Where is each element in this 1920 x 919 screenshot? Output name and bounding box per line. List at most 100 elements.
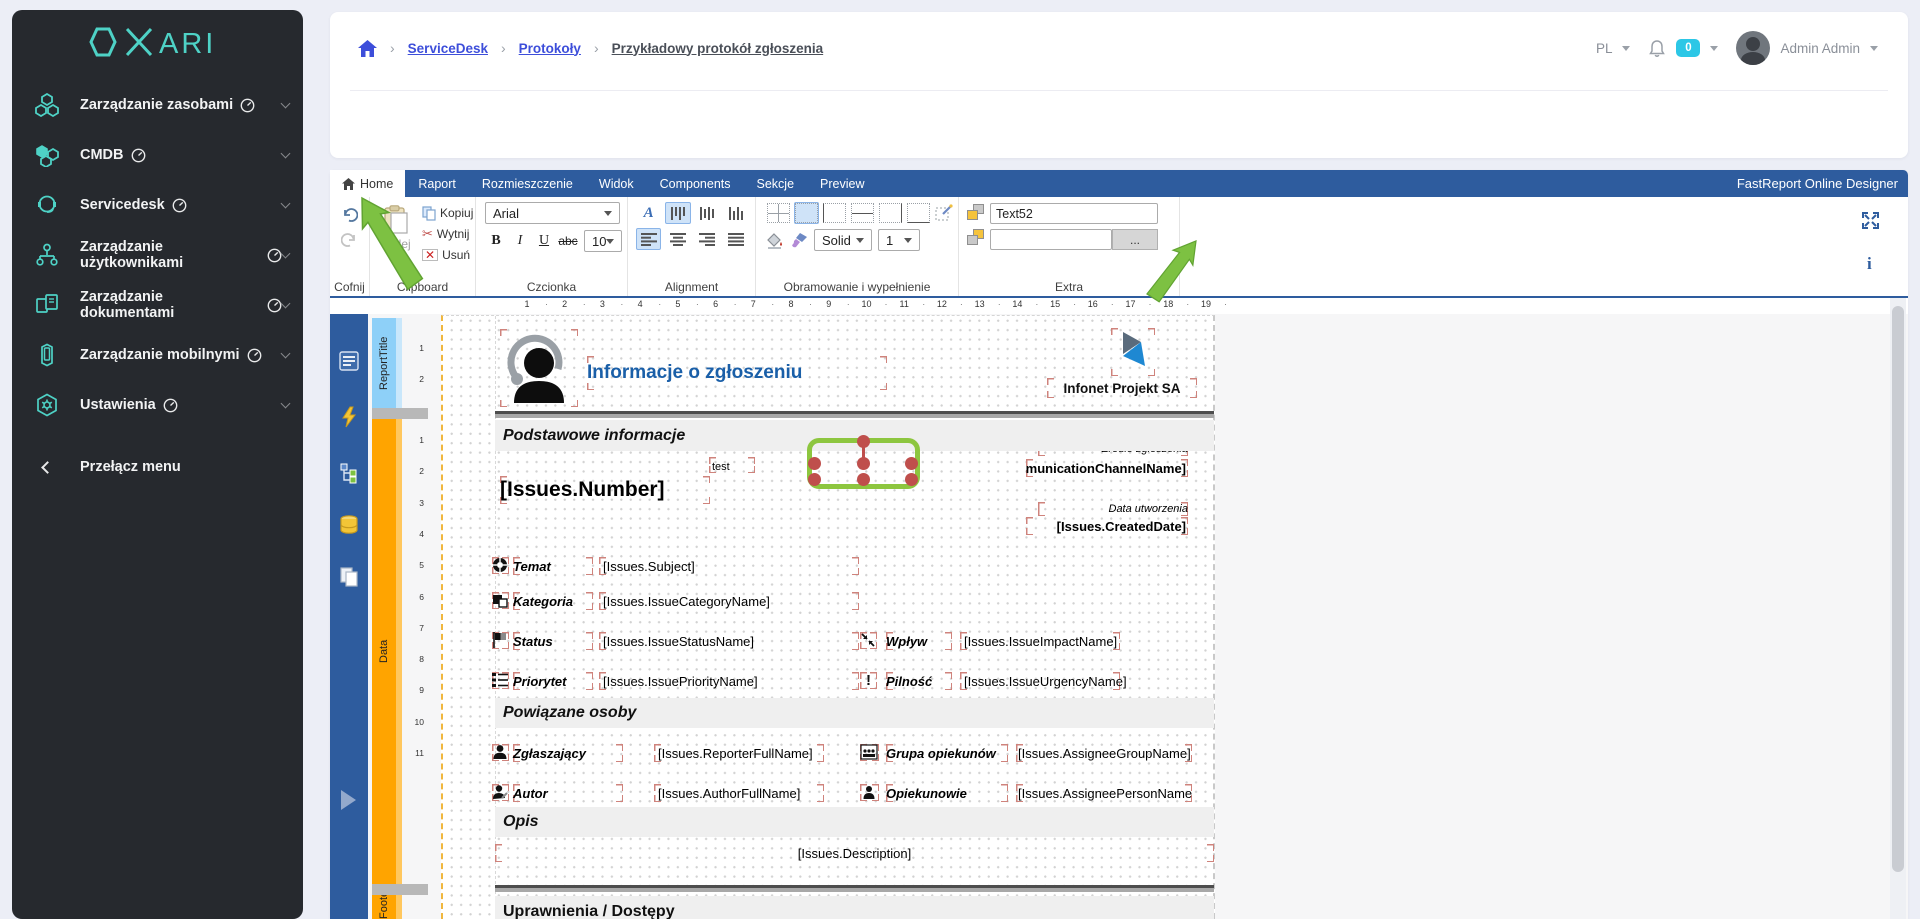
author-label[interactable]: Autor <box>513 784 623 802</box>
border-bottom-button[interactable] <box>906 202 931 224</box>
breadcrumb-link-protokoly[interactable]: Protokoły <box>519 41 581 56</box>
report-tree-icon[interactable] <box>338 462 360 484</box>
border-inner-button[interactable] <box>850 202 875 224</box>
reporter-icon-box[interactable] <box>492 744 509 761</box>
report-page[interactable]: Informacje o zgłoszeniu Infonet Projekt … <box>441 315 1215 919</box>
home-icon[interactable] <box>358 40 377 57</box>
events-icon[interactable] <box>338 406 360 428</box>
avatar[interactable] <box>1736 31 1770 65</box>
urgency-icon-box[interactable]: ! <box>860 672 877 689</box>
description-value[interactable]: [Issues.Description] <box>495 844 1214 862</box>
assignee-group-label[interactable]: Grupa opiekunów <box>886 744 1008 762</box>
subject-value[interactable]: [Issues.Subject] <box>599 557 859 575</box>
selection-handle[interactable] <box>905 457 918 470</box>
object-name-input[interactable] <box>990 203 1158 224</box>
selection-handle[interactable] <box>905 473 918 486</box>
assignees-value[interactable]: [Issues.AssigneePersonName] <box>1016 784 1192 802</box>
subject-label[interactable]: Temat <box>513 557 593 575</box>
created-label[interactable]: Data utworzenia <box>1038 502 1188 516</box>
company-name-text[interactable]: Infonet Projekt SA <box>1047 378 1197 398</box>
font-family-select[interactable]: Arial <box>485 202 620 224</box>
impact-label[interactable]: Wpływ <box>886 632 952 650</box>
notification-badge[interactable]: 0 <box>1676 39 1700 57</box>
tab-home[interactable]: Home <box>330 170 405 197</box>
undo-icon[interactable] <box>341 207 358 223</box>
bell-icon[interactable] <box>1648 39 1666 58</box>
assignees-icon-box[interactable] <box>860 784 879 801</box>
status-icon-box[interactable] <box>492 632 509 649</box>
category-label[interactable]: Kategoria <box>513 592 593 610</box>
report-logo-picture[interactable] <box>500 329 578 407</box>
font-color-button[interactable]: A <box>636 202 661 224</box>
author-value[interactable]: [Issues.AuthorFullName] <box>654 784 824 802</box>
send-to-back-icon[interactable] <box>967 229 984 245</box>
copy-button[interactable]: Kopiuj <box>422 204 473 222</box>
band-separator[interactable] <box>372 884 428 895</box>
category-value[interactable]: [Issues.IssueCategoryName] <box>599 592 859 610</box>
font-size-select[interactable]: 10 <box>584 230 622 252</box>
report-properties-icon[interactable] <box>338 350 360 372</box>
assignees-label[interactable]: Opiekunowie <box>886 784 1008 802</box>
priority-value[interactable]: [Issues.IssuePriorityName] <box>599 672 859 690</box>
align-center-button[interactable] <box>665 228 690 250</box>
valign-center-button[interactable] <box>695 202 720 224</box>
align-left-button[interactable] <box>636 228 661 250</box>
section-header-description[interactable]: Opis <box>495 807 1214 837</box>
impact-icon-box[interactable] <box>860 632 877 649</box>
redo-icon[interactable] <box>341 232 358 248</box>
band-separator[interactable] <box>372 408 428 419</box>
sidebar-item-cmdb[interactable]: CMDB <box>12 130 303 180</box>
breadcrumb-link-servicedesk[interactable]: ServiceDesk <box>408 41 488 56</box>
strikethrough-button[interactable]: abc <box>557 230 579 252</box>
assignee-group-icon-box[interactable] <box>860 744 879 761</box>
underline-button[interactable]: U <box>533 230 555 252</box>
valign-bottom-button[interactable] <box>724 202 749 224</box>
align-right-button[interactable] <box>695 228 720 250</box>
sidebar-item-servicedesk[interactable]: Servicedesk <box>12 180 303 230</box>
scrollbar-thumb[interactable] <box>1892 306 1904 872</box>
band-footer[interactable]: Footer1 <box>372 895 402 919</box>
border-all-button[interactable] <box>766 202 791 224</box>
status-label[interactable]: Status <box>513 632 593 650</box>
selection-handle[interactable] <box>808 473 821 486</box>
report-title-text[interactable]: Informacje o zgłoszeniu <box>587 356 887 390</box>
issue-number-field[interactable]: [Issues.Number] <box>500 476 710 504</box>
band-data[interactable]: Data <box>372 419 402 884</box>
author-icon-box[interactable] <box>492 784 509 801</box>
align-justify-button[interactable] <box>724 228 749 250</box>
tab-raport[interactable]: Raport <box>405 170 469 197</box>
urgency-label[interactable]: Pilność <box>886 672 952 690</box>
caret-down-icon[interactable] <box>1622 46 1630 51</box>
urgency-value[interactable]: [Issues.IssueUrgencyName] <box>960 672 1120 690</box>
tab-components[interactable]: Components <box>647 170 744 197</box>
user-name[interactable]: Admin Admin <box>1780 41 1860 56</box>
border-none-button[interactable] <box>794 202 819 224</box>
more-options-button[interactable]: ... <box>1112 229 1158 250</box>
status-value[interactable]: [Issues.IssueStatusName] <box>599 632 859 650</box>
sidebar-item-dokumenty[interactable]: Zarządzanie dokumentami <box>12 280 303 330</box>
tab-sekcje[interactable]: Sekcje <box>744 170 808 197</box>
impact-value[interactable]: [Issues.IssueImpactName] <box>960 632 1120 650</box>
bring-to-front-icon[interactable] <box>967 204 984 220</box>
sidebar-item-uzytkownicy[interactable]: Zarządzanie użytkownikami <box>12 230 303 280</box>
fill-color-icon[interactable] <box>766 232 784 249</box>
sidebar-item-ustawienia[interactable]: Ustawienia <box>12 380 303 430</box>
info-icon[interactable]: i <box>1867 254 1872 274</box>
assignee-group-value[interactable]: [Issues.AssigneeGroupName] <box>1016 744 1192 762</box>
extra-value-input[interactable] <box>990 229 1112 250</box>
category-icon-box[interactable] <box>492 592 509 609</box>
border-right-button[interactable] <box>878 202 903 224</box>
fullscreen-icon[interactable] <box>1862 212 1879 229</box>
run-report-icon[interactable] <box>341 790 356 810</box>
brush-icon[interactable] <box>790 232 808 249</box>
selection-handle[interactable] <box>857 473 870 486</box>
subject-icon-box[interactable] <box>492 557 509 574</box>
border-width-select[interactable]: 1 <box>878 229 920 251</box>
delete-button[interactable]: ✕ Usuń <box>422 246 473 264</box>
reporter-label[interactable]: Zgłaszający <box>513 744 623 762</box>
copy-pages-icon[interactable] <box>338 566 360 588</box>
selection-handle[interactable] <box>857 435 870 448</box>
tab-widok[interactable]: Widok <box>586 170 647 197</box>
selection-handle[interactable] <box>857 457 870 470</box>
tab-preview[interactable]: Preview <box>807 170 877 197</box>
